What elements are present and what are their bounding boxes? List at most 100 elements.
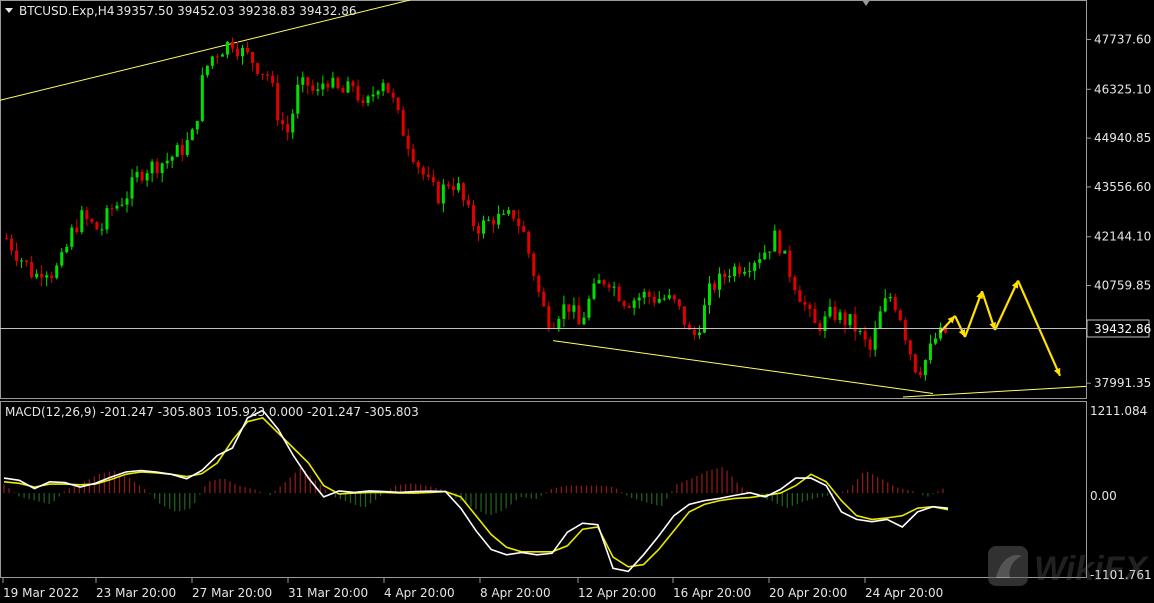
bull-candle [220,54,224,57]
bull-candle [873,328,877,350]
bull-candle [482,220,486,234]
bull-candle [667,295,671,299]
bear-candle [527,231,531,254]
forecast-arrow[interactable] [963,290,984,338]
bull-candle [758,259,762,263]
bull-candle [707,283,711,306]
bear-candle [793,276,797,291]
bear-candle [386,82,390,93]
time-axis-label: 23 Mar 20:00 [96,586,176,600]
trend-line[interactable] [902,385,1087,398]
bear-candle [788,250,792,277]
bear-candle [622,301,626,306]
price-axis-label: 47737.60 [1094,32,1151,46]
bull-candle [748,271,752,273]
bull-candle [456,183,460,191]
bear-candle [738,266,742,274]
bear-candle [477,226,481,234]
bear-candle [863,330,867,340]
bear-candle [893,296,897,311]
bear-candle [351,81,355,87]
time-axis-label: 4 Apr 20:00 [384,586,455,600]
bull-candle [783,250,787,254]
bull-candle [125,198,129,205]
bear-candle [818,323,822,332]
bull-candle [587,298,591,318]
bear-candle [803,302,807,305]
bull-candle [612,286,616,288]
bull-candle [582,317,586,325]
bear-candle [431,176,435,183]
signal-line [3,417,949,568]
bull-candle [200,75,204,121]
trend-lines[interactable] [0,0,1087,398]
bull-candle [100,229,104,231]
time-axis-label: 24 Apr 20:00 [865,586,943,600]
time-axis-label: 27 Mar 20:00 [192,586,272,600]
bull-candle [241,47,245,57]
bull-candle [883,298,887,312]
time-axis-label: 8 Apr 20:00 [480,586,551,600]
bear-candle [833,306,837,320]
bear-candle [416,161,420,168]
bull-candle [657,298,661,303]
wikifx-watermark: WikiFX [988,546,1149,588]
bear-candle [50,275,54,278]
price-axis-label: 37991.35 [1094,376,1151,390]
current-price-label: 39432.86 [1094,322,1151,336]
bull-candle [753,262,757,272]
bull-candle [763,252,767,260]
bull-candle [60,252,64,266]
bull-candle [366,96,370,103]
bear-candle [492,219,496,225]
bear-candle [778,230,782,254]
bear-candle [868,339,872,350]
bull-candle [838,312,842,320]
macd-lines [3,409,949,573]
bear-candle [95,222,99,230]
bear-candle [266,74,270,76]
bull-candle [662,298,666,300]
time-axis[interactable]: 19 Mar 2022 23 Mar 20:00 27 Mar 20:00 31 Ma… [2,577,943,600]
forecast-arrow[interactable] [994,280,1019,331]
bear-candle [90,219,94,223]
bear-candle [5,238,9,240]
bear-candle [908,340,912,355]
bull-candle [70,227,74,247]
bull-candle [301,77,305,85]
bear-candle [512,210,516,219]
bear-candle [542,291,546,307]
bear-candle [246,47,250,53]
collapse-triangle-icon[interactable] [5,8,13,13]
bear-candle [446,184,450,187]
bull-candle [291,113,295,133]
bull-candle [572,305,576,312]
macd-header: MACD(12,26,9) -201.247 -305.803 105.923 … [5,405,419,419]
bull-candle [878,311,882,329]
bull-candle [768,251,772,253]
chart-window[interactable]: 47737.60 46325.10 44940.85 43556.60 42144.10… [0,0,1154,603]
bear-candle [215,56,219,58]
bull-candle [381,82,385,92]
bear-candle [286,124,290,133]
bear-candle [411,148,415,162]
chart-canvas[interactable]: 47737.60 46325.10 44940.85 43556.60 42144.10… [0,0,1154,603]
bull-candle [507,210,511,214]
bull-candle [331,77,335,88]
bear-candle [235,48,239,57]
bull-candle [728,276,732,278]
bull-candle [170,156,174,161]
bear-candle [401,109,405,136]
bear-candle [155,161,159,174]
bull-candle [597,280,601,284]
bull-candle [923,359,927,376]
bear-candle [843,312,847,326]
bull-candle [225,41,229,55]
bull-candle [160,163,164,174]
shift-marker-icon[interactable] [862,0,870,6]
bear-candle [713,283,717,290]
bull-candle [502,213,506,215]
time-axis-label: 16 Apr 20:00 [673,586,751,600]
bear-candle [40,273,44,278]
bull-candle [888,296,892,299]
